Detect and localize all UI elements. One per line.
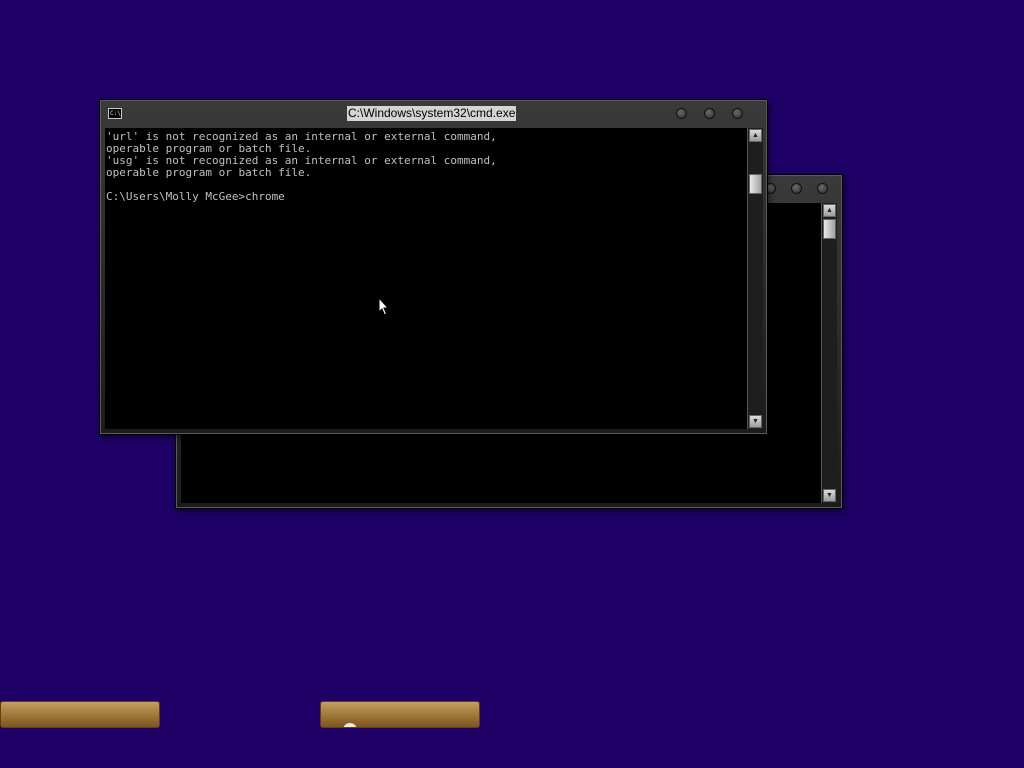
maximize-button[interactable] [704, 108, 715, 119]
app-icon [343, 723, 357, 727]
titlebar[interactable]: C:\ C:\Windows\system32\cmd.exe [101, 101, 766, 127]
console-window[interactable]: C:\ C:\Windows\system32\cmd.exe 'url' is… [100, 100, 767, 434]
maximize-button[interactable] [791, 183, 802, 194]
taskbar-button-2[interactable] [320, 701, 480, 728]
taskbar-button-1[interactable] [0, 701, 160, 728]
vertical-scrollbar[interactable]: ▲ ▼ [747, 128, 763, 429]
minimize-button[interactable] [676, 108, 687, 119]
close-button[interactable] [817, 183, 828, 194]
scroll-down-button[interactable]: ▼ [823, 489, 836, 502]
mouse-pointer-icon [378, 297, 390, 316]
vertical-scrollbar[interactable]: ▲ ▼ [821, 203, 837, 503]
scroll-up-button[interactable]: ▲ [749, 129, 762, 142]
scroll-down-button[interactable]: ▼ [749, 415, 762, 428]
console-line: operable program or batch file. [106, 166, 312, 179]
scroll-thumb[interactable] [749, 174, 762, 194]
console-output[interactable]: 'url' is not recognized as an internal o… [105, 128, 747, 429]
command-prompt-line[interactable]: C:\Users\Molly McGee>chrome [105, 191, 747, 203]
window-title: C:\Windows\system32\cmd.exe [347, 106, 517, 121]
close-button[interactable] [732, 108, 743, 119]
scroll-up-button[interactable]: ▲ [823, 204, 836, 217]
scroll-thumb[interactable] [823, 219, 836, 239]
cmd-icon[interactable]: C:\ [108, 108, 122, 119]
